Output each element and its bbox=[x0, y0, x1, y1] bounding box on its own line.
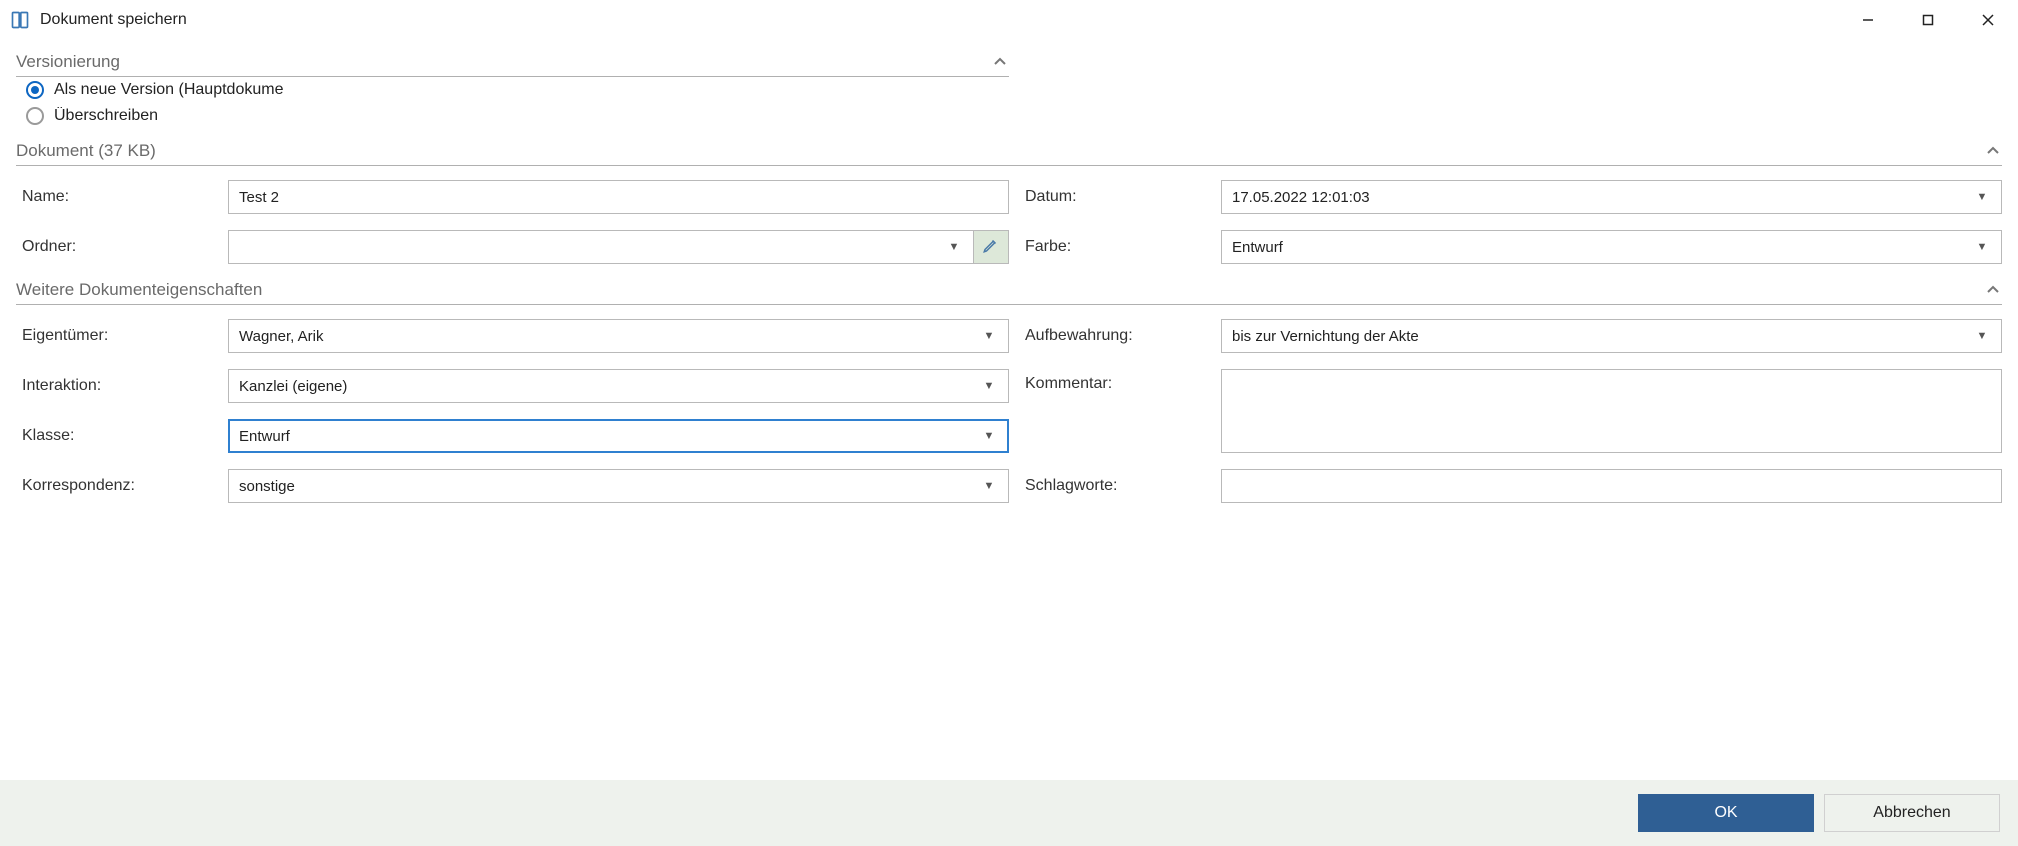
ok-button[interactable]: OK bbox=[1638, 794, 1814, 832]
color-value: Entwurf bbox=[1232, 239, 1973, 256]
class-dropdown[interactable]: Entwurf ▼ bbox=[228, 419, 1009, 453]
app-icon bbox=[10, 10, 30, 30]
tags-input[interactable] bbox=[1221, 469, 2002, 503]
section-title: Versionierung bbox=[16, 52, 993, 72]
window-controls bbox=[1838, 0, 2018, 40]
chevron-down-icon: ▼ bbox=[1973, 330, 1991, 342]
chevron-down-icon: ▼ bbox=[980, 330, 998, 342]
edit-folder-button[interactable] bbox=[973, 230, 1009, 264]
chevron-up-icon bbox=[1986, 282, 2002, 298]
chevron-down-icon: ▼ bbox=[980, 430, 998, 442]
section-title: Weitere Dokumenteigenschaften bbox=[16, 280, 1986, 300]
label-owner: Eigentümer: bbox=[22, 327, 212, 345]
correspondence-dropdown[interactable]: sonstige ▼ bbox=[228, 469, 1009, 503]
owner-value: Wagner, Arik bbox=[239, 328, 980, 345]
properties-form: Eigentümer: Wagner, Arik ▼ Aufbewahrung:… bbox=[16, 305, 2002, 507]
chevron-down-icon: ▼ bbox=[1973, 241, 1991, 253]
chevron-down-icon: ▼ bbox=[980, 480, 998, 492]
dialog-content: Versionierung Als neue Version (Hauptdok… bbox=[0, 40, 2018, 780]
date-dropdown[interactable]: 17.05.2022 12:01:03 ▼ bbox=[1221, 180, 2002, 214]
folder-dropdown[interactable]: ▼ bbox=[228, 230, 974, 264]
label-retention: Aufbewahrung: bbox=[1025, 327, 1205, 345]
save-document-dialog: Dokument speichern Versionierung Als neu… bbox=[0, 0, 2018, 846]
chevron-up-icon bbox=[1986, 143, 2002, 159]
label-tags: Schlagworte: bbox=[1025, 477, 1205, 495]
window-title: Dokument speichern bbox=[40, 11, 1838, 29]
document-form: Name: Datum: 17.05.2022 12:01:03 ▼ Ordne… bbox=[16, 166, 2002, 268]
owner-dropdown[interactable]: Wagner, Arik ▼ bbox=[228, 319, 1009, 353]
label-interaction: Interaktion: bbox=[22, 377, 212, 395]
radio-new-version[interactable]: Als neue Version (Hauptdokume bbox=[16, 77, 2002, 103]
date-value: 17.05.2022 12:01:03 bbox=[1232, 189, 1973, 206]
radio-overwrite[interactable]: Überschreiben bbox=[16, 103, 2002, 129]
chevron-down-icon: ▼ bbox=[945, 241, 963, 253]
retention-dropdown[interactable]: bis zur Vernichtung der Akte ▼ bbox=[1221, 319, 2002, 353]
radio-icon bbox=[26, 107, 44, 125]
cancel-button[interactable]: Abbrechen bbox=[1824, 794, 2000, 832]
class-value: Entwurf bbox=[239, 428, 980, 445]
button-label: Abbrechen bbox=[1873, 804, 1950, 822]
close-button[interactable] bbox=[1958, 0, 2018, 40]
interaction-dropdown[interactable]: Kanzlei (eigene) ▼ bbox=[228, 369, 1009, 403]
label-folder: Ordner: bbox=[22, 238, 212, 256]
interaction-value: Kanzlei (eigene) bbox=[239, 378, 980, 395]
dialog-footer: OK Abbrechen bbox=[0, 780, 2018, 846]
label-color: Farbe: bbox=[1025, 238, 1205, 256]
pencil-icon bbox=[982, 236, 1000, 258]
section-header-properties[interactable]: Weitere Dokumenteigenschaften bbox=[16, 274, 2002, 305]
comment-textarea[interactable] bbox=[1221, 369, 2002, 453]
section-header-document[interactable]: Dokument (37 KB) bbox=[16, 135, 2002, 166]
label-correspondence: Korrespondenz: bbox=[22, 477, 212, 495]
correspondence-value: sonstige bbox=[239, 478, 980, 495]
maximize-button[interactable] bbox=[1898, 0, 1958, 40]
color-dropdown[interactable]: Entwurf ▼ bbox=[1221, 230, 2002, 264]
radio-label: Als neue Version (Hauptdokume bbox=[54, 81, 283, 99]
folder-field-group: ▼ bbox=[228, 230, 1009, 264]
label-date: Datum: bbox=[1025, 188, 1205, 206]
radio-icon bbox=[26, 81, 44, 99]
minimize-button[interactable] bbox=[1838, 0, 1898, 40]
radio-label: Überschreiben bbox=[54, 107, 158, 125]
label-class: Klasse: bbox=[22, 427, 212, 445]
chevron-down-icon: ▼ bbox=[1973, 191, 1991, 203]
chevron-up-icon bbox=[993, 54, 1009, 70]
button-label: OK bbox=[1714, 804, 1737, 822]
label-comment: Kommentar: bbox=[1025, 369, 1205, 393]
name-input[interactable] bbox=[228, 180, 1009, 214]
titlebar: Dokument speichern bbox=[0, 0, 2018, 40]
label-name: Name: bbox=[22, 188, 212, 206]
chevron-down-icon: ▼ bbox=[980, 380, 998, 392]
section-header-versioning[interactable]: Versionierung bbox=[16, 46, 1009, 77]
retention-value: bis zur Vernichtung der Akte bbox=[1232, 328, 1973, 345]
section-title: Dokument (37 KB) bbox=[16, 141, 1986, 161]
